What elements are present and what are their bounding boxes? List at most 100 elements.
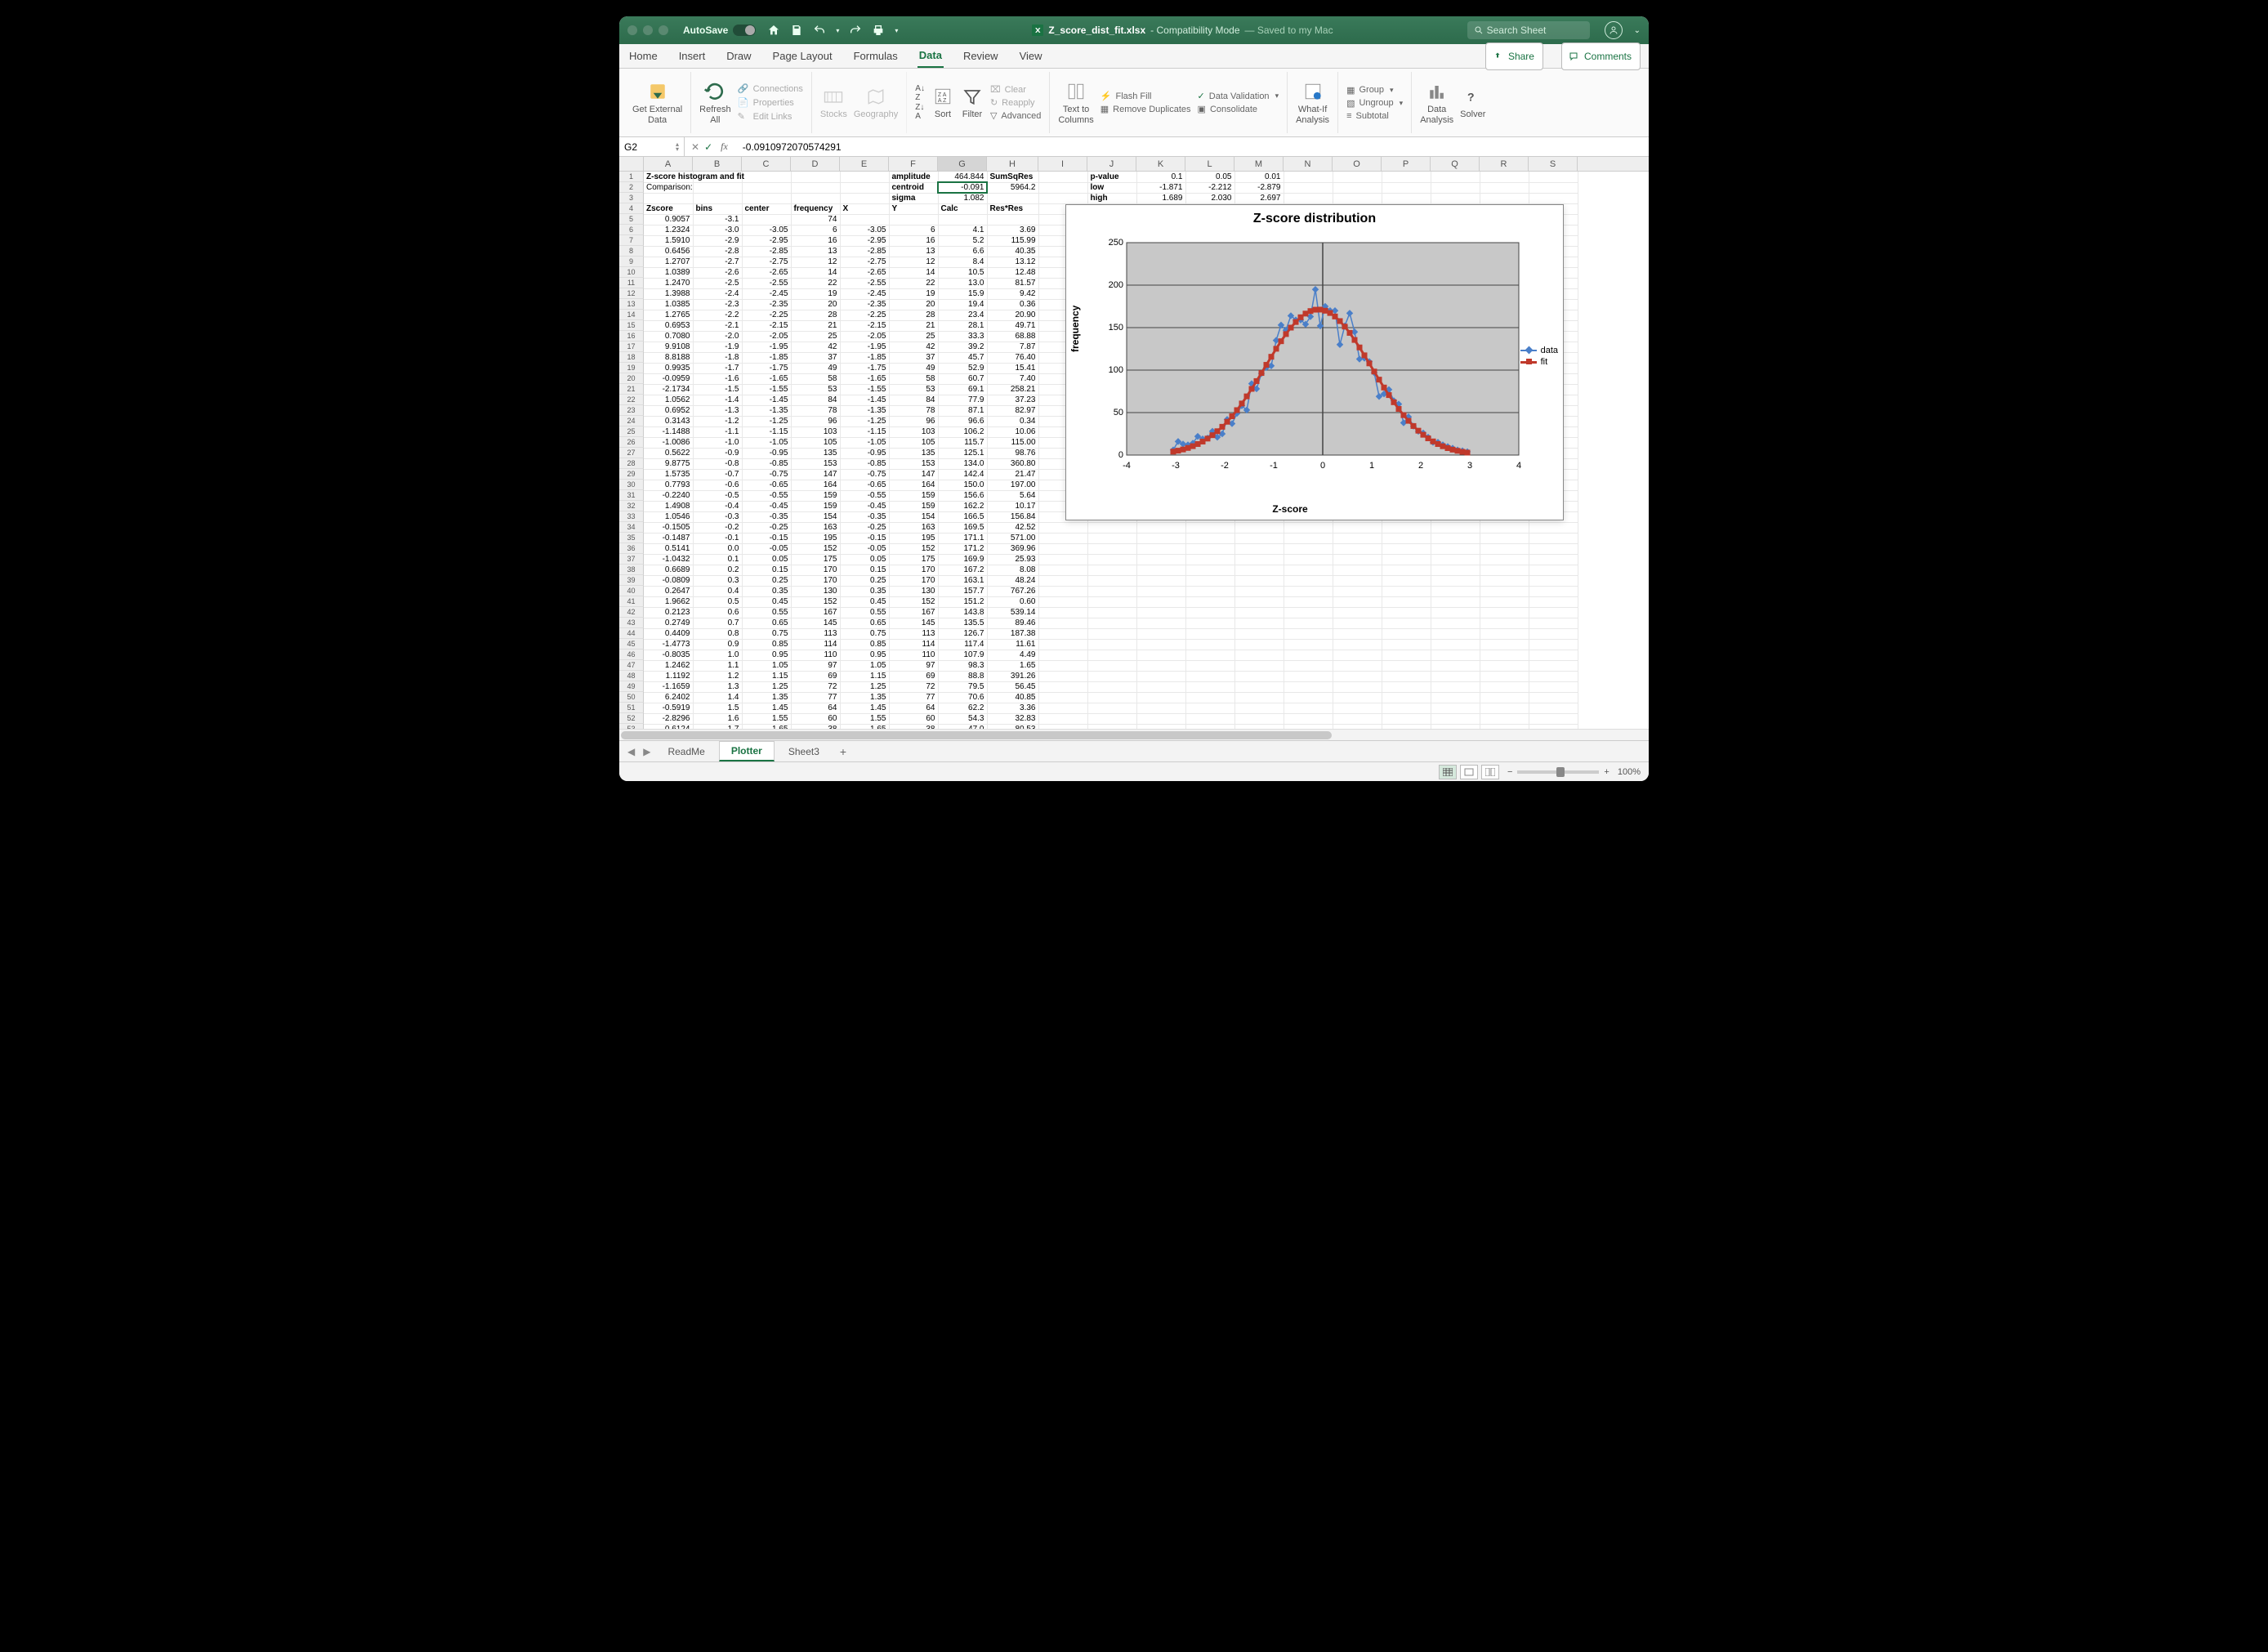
cell-B8[interactable]: -2.8 bbox=[693, 246, 742, 257]
cell-H31[interactable]: 5.64 bbox=[987, 490, 1038, 501]
cell-M47[interactable] bbox=[1234, 660, 1284, 671]
cell-E14[interactable]: -2.25 bbox=[840, 310, 889, 320]
tab-review[interactable]: Review bbox=[962, 45, 1000, 67]
cell-N2[interactable] bbox=[1284, 182, 1333, 193]
cell-E29[interactable]: -0.75 bbox=[840, 469, 889, 480]
cell-C43[interactable]: 0.65 bbox=[742, 618, 791, 628]
cell-E21[interactable]: -1.55 bbox=[840, 384, 889, 395]
cell-F48[interactable]: 69 bbox=[889, 671, 938, 681]
cell-C9[interactable]: -2.75 bbox=[742, 257, 791, 267]
cell-N50[interactable] bbox=[1284, 692, 1333, 703]
cell-F22[interactable]: 84 bbox=[889, 395, 938, 405]
cell-A17[interactable]: 9.9108 bbox=[644, 342, 693, 352]
cell-H29[interactable]: 21.47 bbox=[987, 469, 1038, 480]
sheet-tab-readme[interactable]: ReadMe bbox=[655, 742, 717, 761]
row-header[interactable]: 9 bbox=[619, 257, 644, 267]
cell-F12[interactable]: 19 bbox=[889, 288, 938, 299]
account-icon[interactable] bbox=[1605, 21, 1623, 39]
cell-K1[interactable]: 0.1 bbox=[1136, 172, 1185, 182]
cell-F10[interactable]: 14 bbox=[889, 267, 938, 278]
cell-R52[interactable] bbox=[1480, 713, 1529, 724]
cell-P48[interactable] bbox=[1382, 671, 1431, 681]
cell-J51[interactable] bbox=[1087, 703, 1136, 713]
cell-H36[interactable]: 369.96 bbox=[987, 543, 1038, 554]
cell-O43[interactable] bbox=[1333, 618, 1382, 628]
cell-A48[interactable]: 1.1192 bbox=[644, 671, 693, 681]
cell-N51[interactable] bbox=[1284, 703, 1333, 713]
zoom-slider[interactable] bbox=[1517, 770, 1599, 774]
cell-H51[interactable]: 3.36 bbox=[987, 703, 1038, 713]
cell-D3[interactable] bbox=[791, 193, 840, 203]
cell-G45[interactable]: 117.4 bbox=[938, 639, 987, 650]
cell-R1[interactable] bbox=[1480, 172, 1529, 182]
cell-I52[interactable] bbox=[1038, 713, 1087, 724]
row-header[interactable]: 11 bbox=[619, 278, 644, 288]
cell-D50[interactable]: 77 bbox=[791, 692, 840, 703]
cell-G24[interactable]: 96.6 bbox=[938, 416, 987, 426]
cell-D1[interactable] bbox=[791, 172, 840, 182]
cell-L45[interactable] bbox=[1185, 639, 1234, 650]
cell-O36[interactable] bbox=[1333, 543, 1382, 554]
cell-E12[interactable]: -2.45 bbox=[840, 288, 889, 299]
cell-O42[interactable] bbox=[1333, 607, 1382, 618]
cell-Q43[interactable] bbox=[1431, 618, 1480, 628]
cell-S46[interactable] bbox=[1529, 650, 1578, 660]
cell-A29[interactable]: 1.5735 bbox=[644, 469, 693, 480]
cell-K51[interactable] bbox=[1136, 703, 1185, 713]
cell-B47[interactable]: 1.1 bbox=[693, 660, 742, 671]
cell-I48[interactable] bbox=[1038, 671, 1087, 681]
cell-F41[interactable]: 152 bbox=[889, 596, 938, 607]
cell-I39[interactable] bbox=[1038, 575, 1087, 586]
undo-dropdown-icon[interactable]: ▾ bbox=[836, 27, 839, 34]
cell-H52[interactable]: 32.83 bbox=[987, 713, 1038, 724]
cell-A38[interactable]: 0.6689 bbox=[644, 565, 693, 575]
cell-A33[interactable]: 1.0546 bbox=[644, 511, 693, 522]
cell-M1[interactable]: 0.01 bbox=[1234, 172, 1284, 182]
row-header[interactable]: 39 bbox=[619, 575, 644, 586]
cell-D39[interactable]: 170 bbox=[791, 575, 840, 586]
cell-G36[interactable]: 171.2 bbox=[938, 543, 987, 554]
cell-D7[interactable]: 16 bbox=[791, 235, 840, 246]
row-header[interactable]: 7 bbox=[619, 235, 644, 246]
cell-L50[interactable] bbox=[1185, 692, 1234, 703]
cell-A18[interactable]: 8.8188 bbox=[644, 352, 693, 363]
whatif-analysis-button[interactable]: What-If Analysis bbox=[1296, 80, 1329, 125]
row-header[interactable]: 30 bbox=[619, 480, 644, 490]
cell-H1[interactable]: SumSqRes bbox=[987, 172, 1038, 182]
cell-E5[interactable] bbox=[840, 214, 889, 225]
column-header-A[interactable]: A bbox=[644, 157, 693, 171]
cell-M46[interactable] bbox=[1234, 650, 1284, 660]
cell-S38[interactable] bbox=[1529, 565, 1578, 575]
cell-K36[interactable] bbox=[1136, 543, 1185, 554]
cell-M36[interactable] bbox=[1234, 543, 1284, 554]
cell-E25[interactable]: -1.15 bbox=[840, 426, 889, 437]
cell-H17[interactable]: 7.87 bbox=[987, 342, 1038, 352]
cell-H39[interactable]: 48.24 bbox=[987, 575, 1038, 586]
cell-D12[interactable]: 19 bbox=[791, 288, 840, 299]
redo-icon[interactable] bbox=[849, 24, 862, 37]
column-header-S[interactable]: S bbox=[1529, 157, 1578, 171]
cell-D23[interactable]: 78 bbox=[791, 405, 840, 416]
cell-R2[interactable] bbox=[1480, 182, 1529, 193]
cell-F46[interactable]: 110 bbox=[889, 650, 938, 660]
cell-J38[interactable] bbox=[1087, 565, 1136, 575]
cell-O50[interactable] bbox=[1333, 692, 1382, 703]
cell-D26[interactable]: 105 bbox=[791, 437, 840, 448]
cell-H13[interactable]: 0.36 bbox=[987, 299, 1038, 310]
cell-C4[interactable]: center bbox=[742, 203, 791, 214]
cell-G28[interactable]: 134.0 bbox=[938, 458, 987, 469]
cell-B34[interactable]: -0.2 bbox=[693, 522, 742, 533]
cell-R36[interactable] bbox=[1480, 543, 1529, 554]
cell-G11[interactable]: 13.0 bbox=[938, 278, 987, 288]
cell-H46[interactable]: 4.49 bbox=[987, 650, 1038, 660]
cell-A15[interactable]: 0.6953 bbox=[644, 320, 693, 331]
cell-H15[interactable]: 49.71 bbox=[987, 320, 1038, 331]
cell-H21[interactable]: 258.21 bbox=[987, 384, 1038, 395]
cell-D15[interactable]: 21 bbox=[791, 320, 840, 331]
cell-H4[interactable]: Res*Res bbox=[987, 203, 1038, 214]
cell-A31[interactable]: -0.2240 bbox=[644, 490, 693, 501]
sheet-tab-plotter[interactable]: Plotter bbox=[719, 741, 775, 761]
cell-C15[interactable]: -2.15 bbox=[742, 320, 791, 331]
cell-N41[interactable] bbox=[1284, 596, 1333, 607]
cell-I43[interactable] bbox=[1038, 618, 1087, 628]
